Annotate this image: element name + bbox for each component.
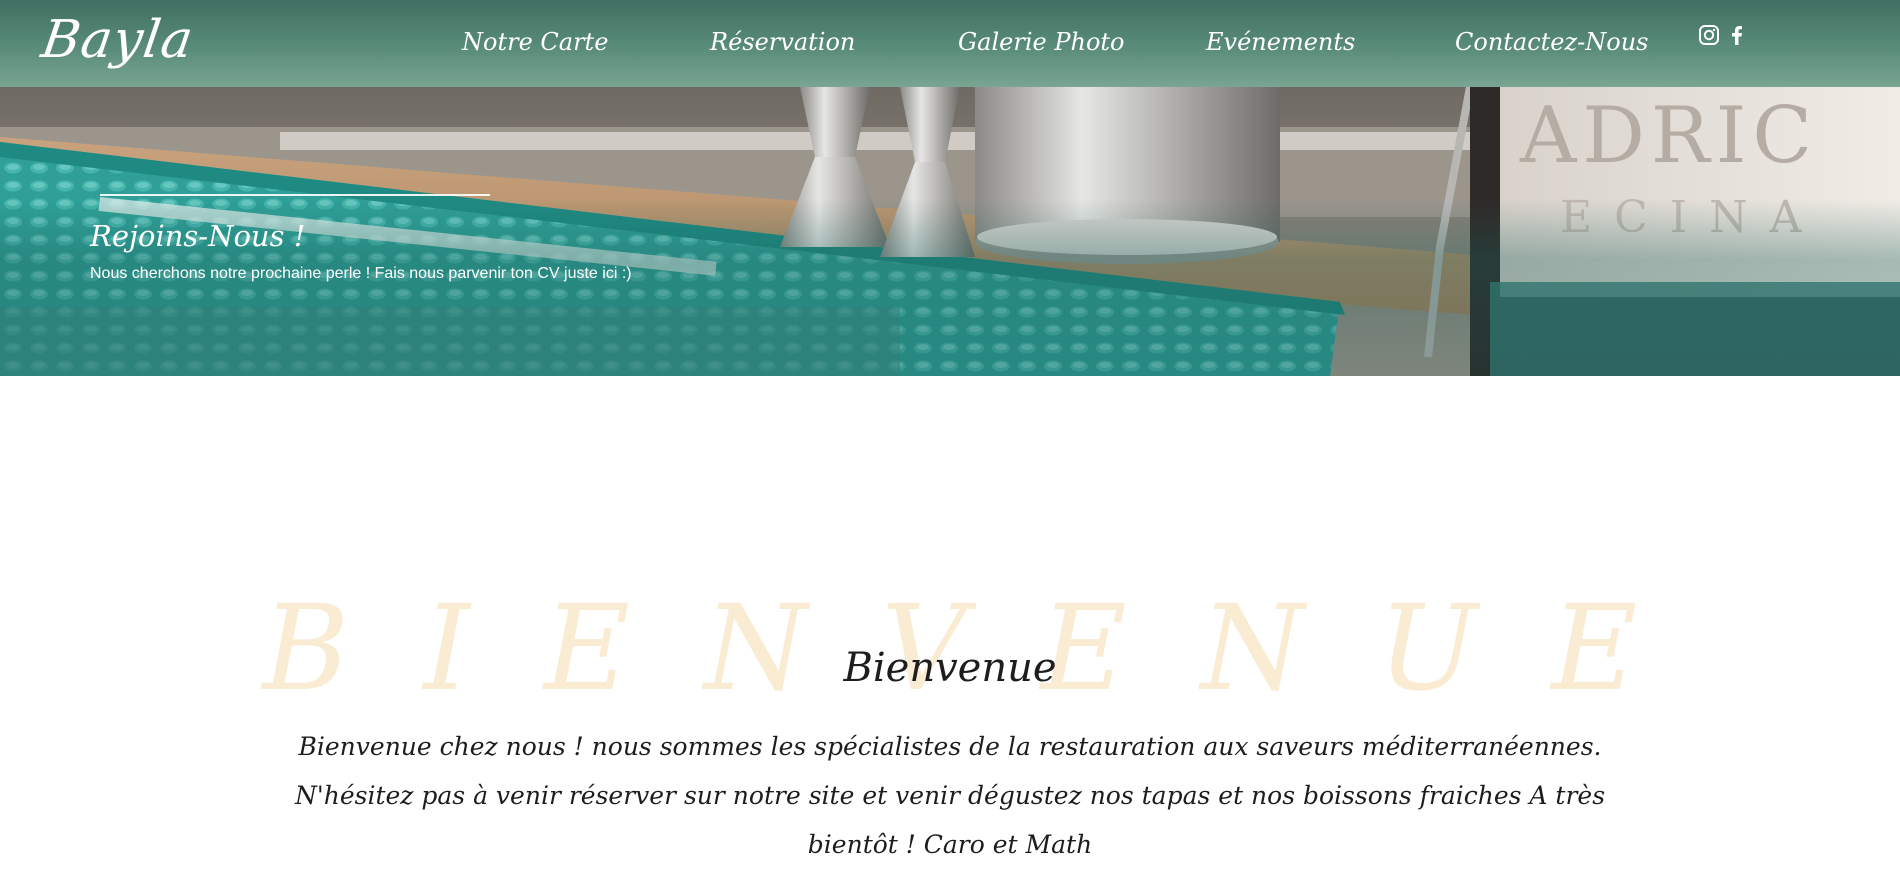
facebook-icon[interactable] [1726, 24, 1748, 46]
hero-banner: ADRIC ECINA Rejoins-Nous ! Nous cherchon… [0, 87, 1900, 376]
logo[interactable]: Bayla [38, 10, 198, 70]
instagram-icon[interactable] [1698, 24, 1720, 46]
nav-item-notre-carte[interactable]: Notre Carte [462, 26, 608, 58]
svg-text:ADRIC: ADRIC [1519, 91, 1818, 181]
hero-divider-line [100, 194, 490, 196]
hero-cv-link[interactable]: Nous cherchons notre prochaine perle ! F… [90, 265, 632, 283]
hero-title: Rejoins-Nous ! [90, 219, 306, 253]
site-header: Bayla Notre Carte Réservation Galerie Ph… [0, 0, 1900, 87]
nav-item-contactez-nous[interactable]: Contactez-Nous [1455, 26, 1649, 58]
nav-item-reservation[interactable]: Réservation [710, 26, 855, 58]
welcome-text: Bienvenue chez nous ! nous sommes les sp… [294, 732, 1606, 859]
welcome-title: Bienvenue [843, 645, 1057, 691]
nav-item-evenements[interactable]: Evénements [1206, 26, 1355, 58]
nav-item-galerie-photo[interactable]: Galerie Photo [958, 26, 1125, 58]
